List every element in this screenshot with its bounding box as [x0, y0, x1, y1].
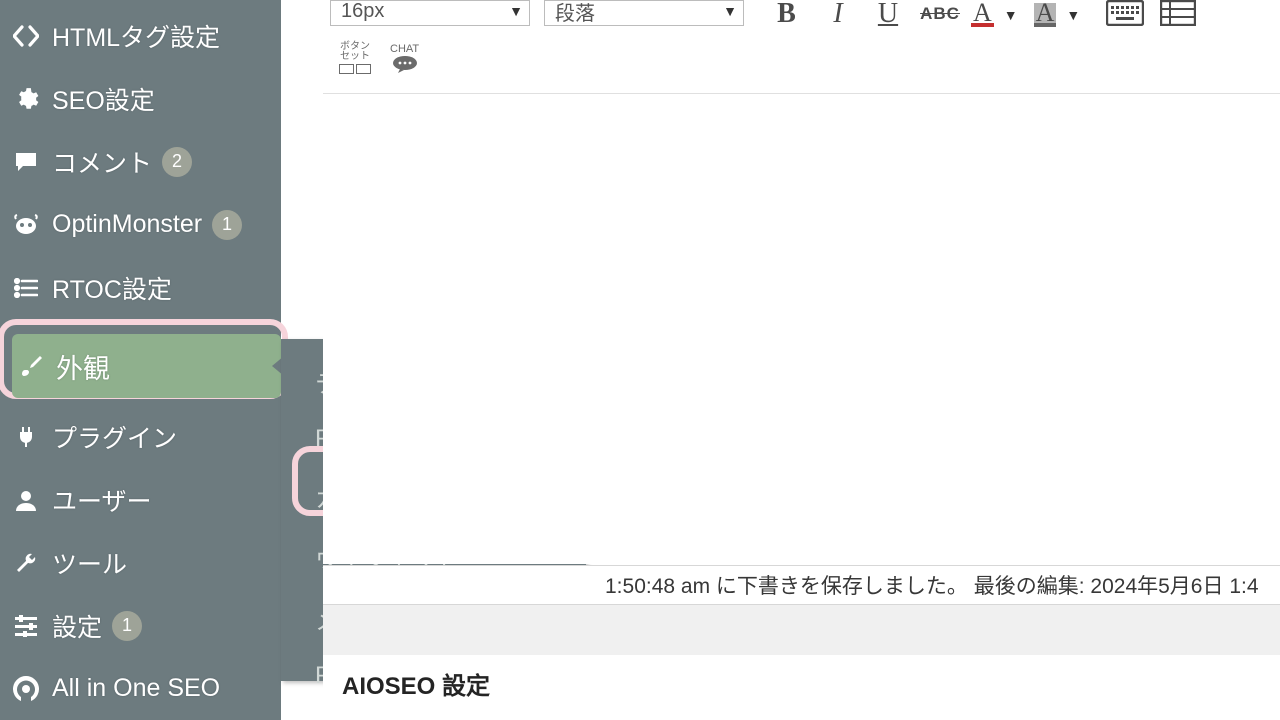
sidebar-item-plugins[interactable]: プラグイン [0, 405, 281, 468]
sidebar-item-rtoc[interactable]: RTOC設定 [0, 256, 281, 319]
chevron-down-icon: ▼ [509, 3, 523, 19]
button-set-label: ボタン セット [340, 42, 370, 62]
italic-button[interactable]: I [817, 0, 859, 28]
editor-canvas[interactable] [323, 93, 1280, 564]
text-color-button[interactable]: A ▼ [971, 0, 1018, 30]
comment-icon [10, 151, 42, 173]
button-set-button[interactable]: ボタン セット [338, 42, 372, 74]
sidebar-item-optinmonster[interactable]: OptinMonster 1 [0, 193, 281, 256]
button-set-icon [338, 64, 372, 74]
wrench-icon [10, 551, 42, 575]
sidebar-item-seo[interactable]: SEO設定 [0, 67, 281, 130]
paragraph-value: 段落 [555, 0, 595, 26]
bold-button[interactable]: B [764, 0, 809, 28]
sidebar-item-appearance[interactable]: 外観 [0, 327, 281, 405]
sidebar-item-aioseo[interactable]: All in One SEO [0, 657, 281, 720]
plug-icon [10, 425, 42, 449]
admin-sidebar: HTMLタグ設定 SEO設定 コメント 2 OptinMonster 1 RTO… [0, 0, 281, 720]
sidebar-item-label: SEO設定 [52, 81, 155, 117]
status-text: 1:50:48 am に下書きを保存しました。 最後の編集: 2024年5月6日… [605, 570, 1259, 600]
editor-toolbar: 16px ▼ 段落 ▼ B I U ABC A ▼ A ▼ ボタン セット [330, 0, 1280, 90]
code-icon [10, 25, 42, 47]
font-size-value: 16px [341, 0, 384, 23]
sidebar-item-settings[interactable]: 設定 1 [0, 594, 281, 657]
text-color-icon: A [971, 3, 994, 27]
underline-button[interactable]: U [867, 0, 909, 28]
strikethrough-button[interactable]: ABC [919, 0, 961, 28]
paragraph-select[interactable]: 段落 ▼ [544, 0, 744, 26]
sidebar-item-label: ツール [52, 545, 127, 581]
sidebar-item-label: コメント [52, 144, 152, 180]
sidebar-item-label: 外観 [56, 347, 110, 386]
sliders-icon [10, 615, 42, 637]
status-bar: 1:50:48 am に下書きを保存しました。 最後の編集: 2024年5月6日… [323, 565, 1280, 605]
user-icon [10, 488, 42, 512]
gear-icon [10, 86, 42, 112]
highlight-color-icon: A [1034, 3, 1057, 27]
sidebar-item-tools[interactable]: ツール [0, 531, 281, 594]
aioseo-heading: AIOSEO 設定 [342, 666, 490, 701]
chat-icon [392, 55, 418, 73]
sidebar-item-label: RTOC設定 [52, 270, 172, 306]
sidebar-item-label: プラグイン [52, 419, 177, 455]
aioseo-icon [10, 675, 42, 703]
sidebar-item-label: ユーザー [52, 482, 152, 518]
sidebar-item-label: 設定 [52, 608, 102, 644]
brush-icon [16, 354, 48, 378]
count-badge: 2 [162, 147, 192, 177]
chat-label: CHAT [390, 43, 419, 55]
table-button[interactable] [1160, 0, 1196, 26]
font-size-select[interactable]: 16px ▼ [330, 0, 530, 26]
sidebar-item-label: All in One SEO [52, 674, 220, 703]
keyboard-button[interactable] [1106, 0, 1144, 26]
list-icon [10, 278, 42, 298]
count-badge: 1 [212, 210, 242, 240]
chevron-down-icon: ▼ [1004, 7, 1018, 23]
chevron-down-icon: ▼ [723, 3, 737, 19]
optinmonster-icon [10, 213, 42, 237]
sidebar-item-users[interactable]: ユーザー [0, 468, 281, 531]
sidebar-item-label: HTMLタグ設定 [52, 18, 220, 54]
chevron-down-icon: ▼ [1066, 7, 1080, 23]
sidebar-item-label: OptinMonster [52, 210, 202, 239]
count-badge: 1 [112, 611, 142, 641]
chat-button[interactable]: CHAT [390, 43, 419, 73]
sidebar-item-comments[interactable]: コメント 2 [0, 130, 281, 193]
highlight-color-button[interactable]: A ▼ [1034, 0, 1081, 30]
sidebar-item-html-tag[interactable]: HTMLタグ設定 [0, 4, 281, 67]
